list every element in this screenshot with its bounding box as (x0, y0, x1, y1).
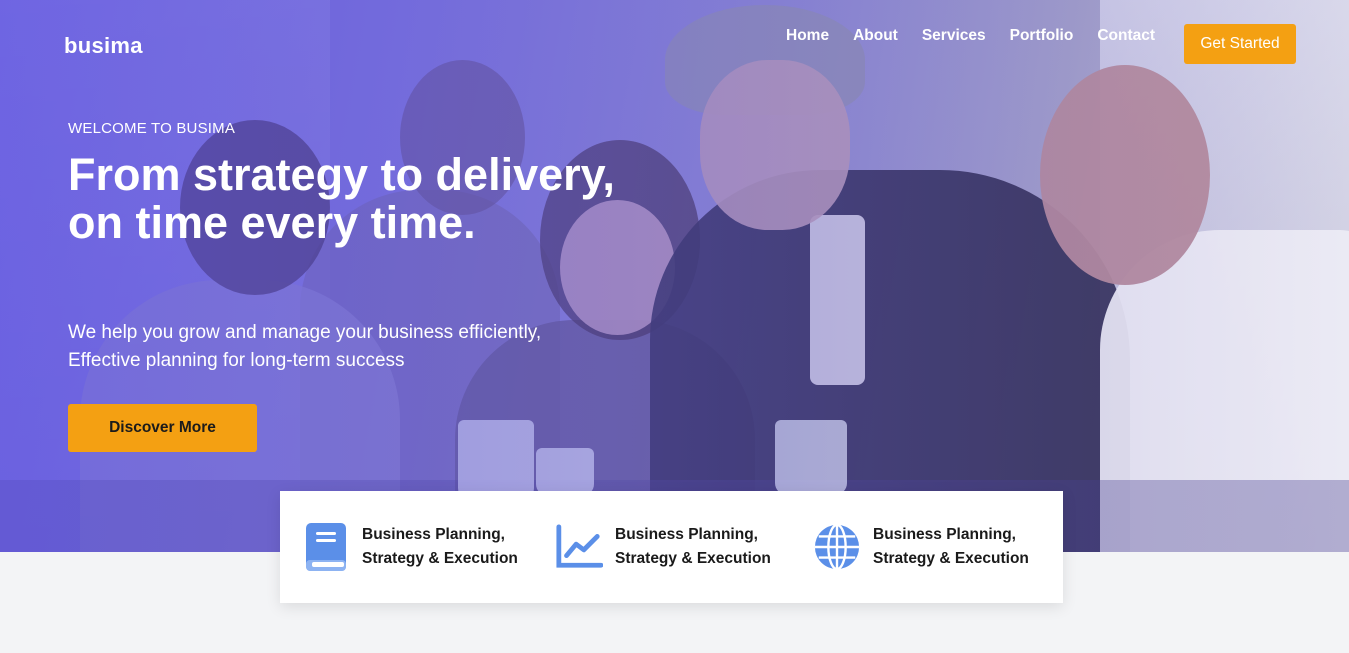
brand-logo[interactable]: busima (64, 33, 143, 59)
nav-item-services[interactable]: Services (922, 27, 986, 45)
get-started-button[interactable]: Get Started (1184, 24, 1296, 64)
main-nav: Home About Services Portfolio Contact (786, 27, 1179, 45)
hero-eyebrow: WELCOME TO BUSIMA (68, 120, 236, 137)
nav-item-about[interactable]: About (853, 27, 898, 45)
nav-item-portfolio[interactable]: Portfolio (1010, 27, 1074, 45)
feature-item: Business Planning, Strategy & Execution (555, 521, 795, 573)
nav-item-home[interactable]: Home (786, 27, 829, 45)
globe-icon (813, 521, 861, 573)
hero-subtext: We help you grow and manage your busines… (68, 319, 608, 375)
feature-title-line: Strategy & Execution (615, 550, 771, 567)
features-card: Business Planning, Strategy & Execution … (280, 491, 1063, 603)
hero-headline: From strategy to delivery, on time every… (68, 149, 615, 248)
feature-title-line: Strategy & Execution (873, 550, 1029, 567)
feature-title-line: Strategy & Execution (362, 550, 518, 567)
hero-section: busima Home About Services Portfolio Con… (0, 0, 1349, 552)
feature-item: Business Planning, Strategy & Execution (813, 521, 1053, 573)
hero-subtext-line: We help you grow and manage your busines… (68, 322, 542, 343)
discover-more-button[interactable]: Discover More (68, 404, 257, 452)
line-chart-icon (555, 521, 603, 573)
feature-title-line: Business Planning, (615, 526, 758, 543)
book-icon (302, 521, 350, 573)
feature-text: Business Planning, Strategy & Execution (362, 523, 542, 571)
feature-text: Business Planning, Strategy & Execution (615, 523, 795, 571)
feature-text: Business Planning, Strategy & Execution (873, 523, 1053, 571)
nav-item-contact[interactable]: Contact (1097, 27, 1155, 45)
feature-title-line: Business Planning, (362, 526, 505, 543)
hero-color-overlay (0, 0, 1349, 552)
hero-subtext-line: Effective planning for long-term success (68, 350, 405, 371)
feature-item: Business Planning, Strategy & Execution (302, 521, 542, 573)
feature-title-line: Business Planning, (873, 526, 1016, 543)
